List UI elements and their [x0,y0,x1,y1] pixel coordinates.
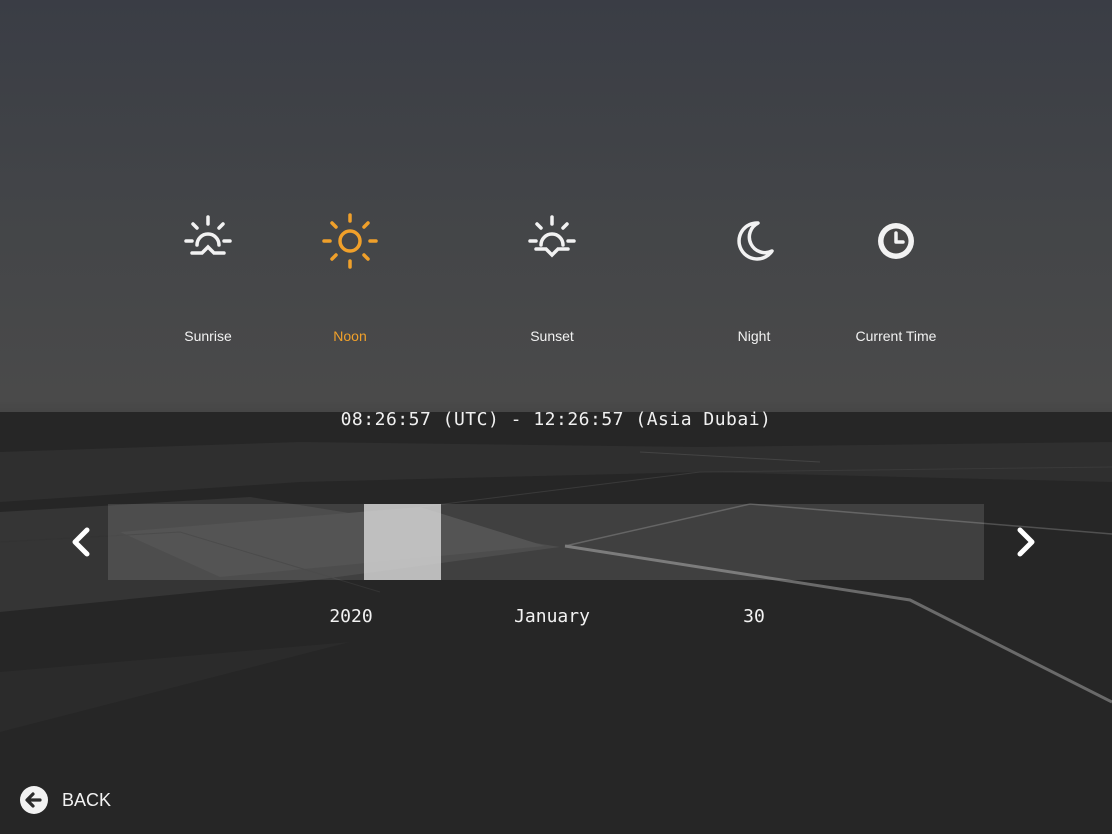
preset-night[interactable]: Night [684,205,824,355]
time-readout: 08:26:57 (UTC) - 12:26:57 (Asia Dubai) [340,409,772,430]
date-month[interactable]: January [472,606,632,627]
back-label: BACK [62,789,112,810]
preset-label-sunset: Sunset [530,328,574,344]
back-button[interactable]: BACK [18,784,111,816]
chevron-left-icon [72,527,90,557]
preset-label-night: Night [737,328,771,344]
preset-sunset[interactable]: Sunset [482,205,622,355]
preset-noon[interactable]: Noon [280,205,420,355]
chevron-right-icon [1017,527,1035,557]
moon-icon [737,221,774,261]
back-arrow-icon [20,786,48,814]
time-slider[interactable] [108,504,984,580]
date-day[interactable]: 30 [674,606,834,627]
preset-label-noon: Noon [333,328,367,344]
slider-thumb[interactable] [364,504,441,580]
sunset-icon [528,215,576,258]
date-year[interactable]: 2020 [271,606,431,627]
sunrise-icon [184,215,232,255]
preset-current-time[interactable]: Current Time [826,205,966,355]
clock-icon [878,223,914,259]
previous-button[interactable] [61,522,101,562]
next-button[interactable] [1006,522,1046,562]
preset-sunrise[interactable]: Sunrise [138,205,278,355]
preset-label-sunrise: Sunrise [184,328,232,344]
sun-icon [322,213,378,269]
preset-label-current-time: Current Time [855,328,937,344]
